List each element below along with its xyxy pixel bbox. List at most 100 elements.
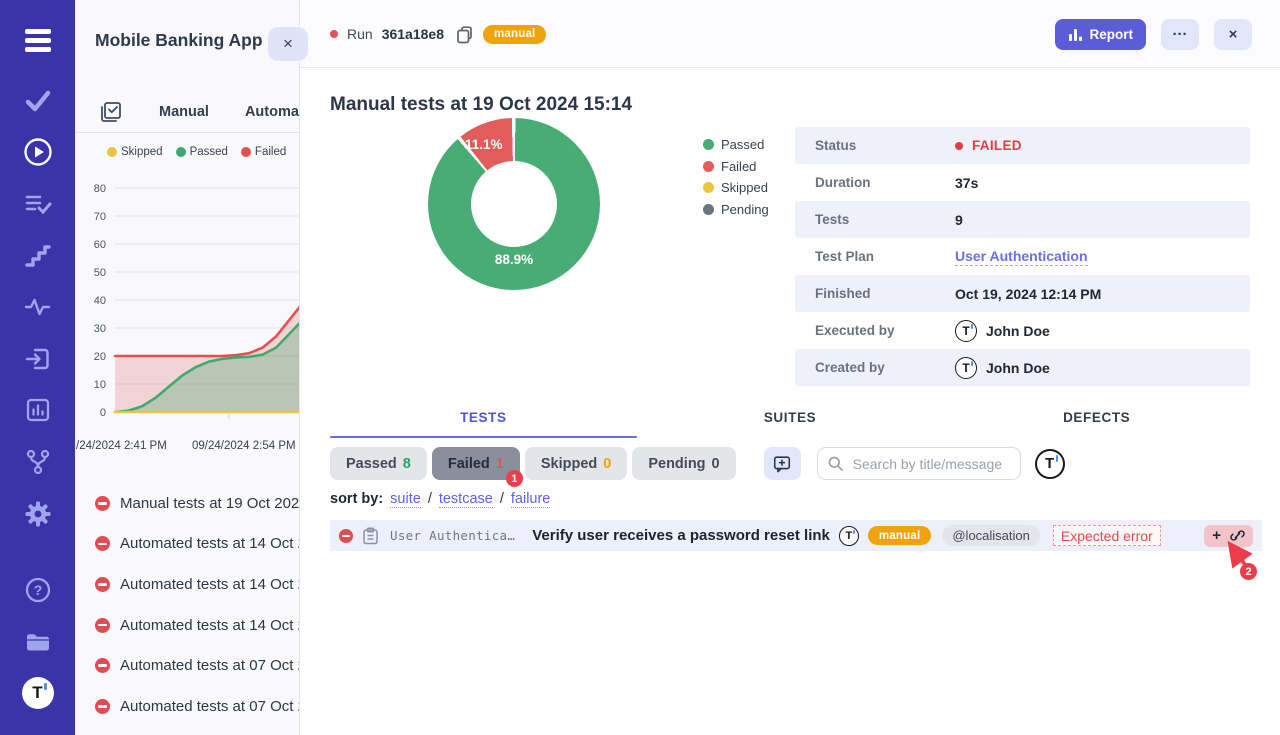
close-panel-button[interactable]: × bbox=[268, 27, 308, 61]
svg-text:70: 70 bbox=[94, 211, 106, 223]
donut-legend-pending[interactable]: Pending bbox=[703, 199, 769, 221]
filter-bar: Passed 8 Failed 1 1 Skipped 0 Pending 0 … bbox=[330, 447, 1065, 480]
filter-passed-button[interactable]: Passed 8 bbox=[330, 447, 427, 480]
testcases-list-icon[interactable] bbox=[0, 192, 75, 218]
svg-text:80: 80 bbox=[94, 183, 106, 195]
legend-item-passed[interactable]: Passed bbox=[176, 146, 228, 158]
run-list-item[interactable]: Automated tests at 14 Oct 2024 bbox=[75, 524, 299, 565]
search-box bbox=[817, 447, 1021, 480]
tab-automated[interactable]: Automated bbox=[245, 104, 300, 120]
info-row-created-by: Created by TJohn Doe bbox=[795, 349, 1250, 386]
run-detail-panel: × Run 361a18e8 manual Report ··· × Manua… bbox=[300, 0, 1280, 735]
steps-icon[interactable] bbox=[0, 243, 75, 269]
donut-legend-passed[interactable]: Passed bbox=[703, 134, 769, 156]
pending-dot-icon bbox=[703, 204, 714, 215]
runs-play-icon[interactable] bbox=[0, 137, 75, 167]
passed-dot-icon bbox=[703, 139, 714, 150]
skipped-dot-icon bbox=[703, 182, 714, 193]
svg-text:30: 30 bbox=[94, 323, 106, 335]
tab-suites[interactable]: SUITES bbox=[637, 400, 944, 438]
legend-item-skipped[interactable]: Skipped bbox=[107, 146, 163, 158]
filter-failed-button[interactable]: Failed 1 1 bbox=[432, 447, 520, 480]
search-input[interactable] bbox=[851, 455, 1010, 473]
add-comment-button[interactable] bbox=[764, 447, 801, 480]
tab-tests[interactable]: TESTS bbox=[330, 400, 637, 438]
svg-text:50: 50 bbox=[94, 267, 106, 279]
filter-pending-button[interactable]: Pending 0 bbox=[632, 447, 735, 480]
suite-name: User Authentica… bbox=[390, 528, 515, 543]
section-tabs: TESTS SUITES DEFECTS bbox=[330, 400, 1250, 438]
test-tag: @localisation bbox=[942, 525, 1040, 546]
failed-dot-icon bbox=[241, 147, 251, 157]
projects-folder-icon[interactable] bbox=[0, 628, 75, 654]
donut-chart: 11.1% 88.9% bbox=[428, 118, 600, 290]
run-header: Run 361a18e8 manual Report ··· × bbox=[300, 0, 1280, 68]
run-list-item[interactable]: Automated tests at 07 Oct 2024 bbox=[75, 686, 299, 727]
failed-dot-icon bbox=[703, 161, 714, 172]
test-plan-link[interactable]: User Authentication bbox=[955, 248, 1088, 266]
donut-legend-failed[interactable]: Failed bbox=[703, 156, 769, 178]
copy-run-id-button[interactable] bbox=[455, 25, 474, 44]
bar-chart-icon bbox=[1068, 28, 1083, 42]
settings-gear-icon[interactable] bbox=[0, 500, 75, 528]
svg-text:/24/2024 2:41 PM: /24/2024 2:41 PM bbox=[76, 440, 167, 452]
annotation-step-badge: 2 bbox=[1240, 563, 1257, 580]
donut-passed-label: 88.9% bbox=[495, 252, 533, 267]
run-label: Run bbox=[347, 26, 373, 42]
run-title: Manual tests at 19 Oct 2024 15:14 bbox=[330, 94, 632, 116]
run-info: Run 361a18e8 manual bbox=[330, 0, 546, 68]
legend-item-failed[interactable]: Failed bbox=[241, 146, 286, 158]
link-issue-button[interactable] bbox=[1230, 528, 1245, 543]
donut-failed-label: 11.1% bbox=[465, 137, 503, 152]
add-defect-button[interactable]: + bbox=[1212, 527, 1221, 544]
info-row-tests: Tests 9 bbox=[795, 201, 1250, 238]
user-avatar: T bbox=[955, 357, 977, 379]
signin-icon[interactable] bbox=[0, 345, 75, 373]
failed-run-icon bbox=[95, 577, 110, 592]
failed-count-badge: 1 bbox=[506, 470, 523, 487]
test-result-row[interactable]: User Authentica… Verify user receives a … bbox=[330, 520, 1262, 551]
donut-legend-skipped[interactable]: Skipped bbox=[703, 177, 769, 199]
test-type-badge: manual bbox=[868, 526, 931, 545]
clipboard-icon bbox=[362, 527, 379, 545]
close-run-button[interactable]: × bbox=[1214, 19, 1252, 50]
assignee-avatar[interactable]: T bbox=[1035, 449, 1065, 479]
filter-skipped-button[interactable]: Skipped 0 bbox=[525, 447, 627, 480]
sort-bar: sort by: suite / testcase / failure bbox=[330, 491, 550, 508]
menu-icon[interactable] bbox=[0, 28, 75, 54]
run-type-badge: manual bbox=[483, 25, 546, 44]
app-sidebar: ? T bbox=[0, 0, 75, 735]
failed-test-icon bbox=[339, 529, 353, 543]
tab-defects[interactable]: DEFECTS bbox=[943, 400, 1250, 438]
failed-status-dot bbox=[330, 30, 338, 38]
multi-select-icon[interactable] bbox=[99, 100, 123, 124]
user-logo-avatar[interactable]: T bbox=[0, 677, 75, 709]
status-badge: FAILED bbox=[972, 138, 1022, 153]
user-avatar: T bbox=[955, 320, 977, 342]
run-list-item[interactable]: Manual tests at 19 Oct 2024 bbox=[75, 483, 299, 524]
failed-run-icon bbox=[95, 536, 110, 551]
sort-by-testcase-link[interactable]: testcase bbox=[439, 491, 493, 508]
analytics-icon[interactable] bbox=[0, 396, 75, 424]
pulse-icon[interactable] bbox=[0, 294, 75, 320]
tab-manual[interactable]: Manual bbox=[159, 104, 209, 120]
info-row-duration: Duration 37s bbox=[795, 164, 1250, 201]
sort-by-failure-link[interactable]: failure bbox=[511, 491, 551, 508]
donut-legend: Passed Failed Skipped Pending bbox=[703, 134, 769, 220]
link-icon bbox=[1230, 528, 1245, 543]
passed-dot-icon bbox=[176, 147, 186, 157]
run-list-item[interactable]: Automated tests at 14 Oct 2024 bbox=[75, 564, 299, 605]
run-list-item[interactable]: Automated tests at 14 Oct 2024 bbox=[75, 605, 299, 646]
tests-check-icon[interactable] bbox=[0, 88, 75, 114]
info-row-finished: Finished Oct 19, 2024 12:14 PM bbox=[795, 275, 1250, 312]
branch-icon[interactable] bbox=[0, 448, 75, 476]
runs-type-tabs: Manual Automated bbox=[75, 92, 299, 133]
more-options-button[interactable]: ··· bbox=[1161, 19, 1199, 50]
svg-text:09/24/2024 2:54 PM: 09/24/2024 2:54 PM bbox=[192, 440, 296, 452]
project-title: Mobile Banking App bbox=[95, 30, 263, 51]
help-icon[interactable]: ? bbox=[0, 576, 75, 604]
sort-by-suite-link[interactable]: suite bbox=[390, 491, 421, 508]
search-icon bbox=[828, 456, 843, 471]
run-list-item[interactable]: Automated tests at 07 Oct 2024 bbox=[75, 645, 299, 686]
report-button[interactable]: Report bbox=[1055, 19, 1147, 50]
